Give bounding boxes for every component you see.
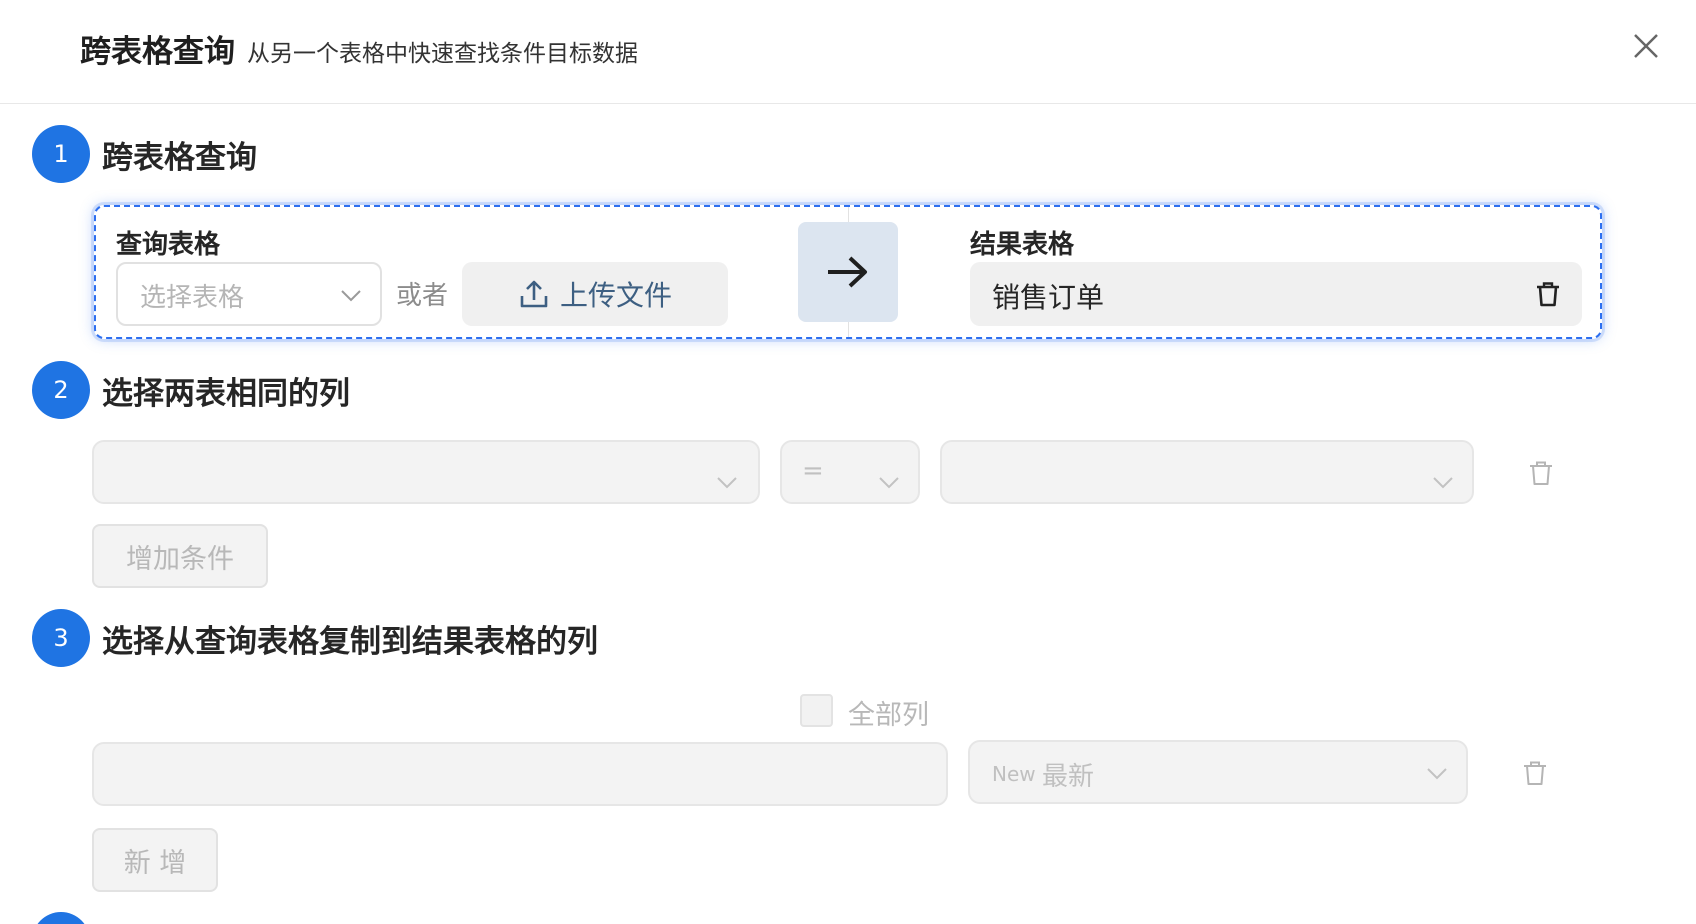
result-table-value: 销售订单 bbox=[992, 281, 1105, 314]
trash-icon[interactable] bbox=[1521, 759, 1549, 787]
step-4-badge bbox=[32, 912, 90, 924]
result-column-select[interactable] bbox=[940, 440, 1474, 504]
chevron-down-icon bbox=[1427, 768, 1447, 780]
dialog-title: 跨表格查询 bbox=[80, 34, 235, 70]
result-table-field: 销售订单 bbox=[970, 262, 1582, 326]
result-table-label: 结果表格 bbox=[970, 230, 1075, 260]
query-table-label: 查询表格 bbox=[116, 230, 221, 260]
chevron-down-icon bbox=[879, 477, 899, 489]
step-3-badge: 3 bbox=[32, 609, 90, 667]
mode-value: 最新 bbox=[1042, 762, 1095, 792]
query-table-select[interactable]: 选择表格 bbox=[116, 262, 382, 326]
dialog-subtitle: 从另一个表格中快速查找条件目标数据 bbox=[247, 41, 638, 67]
step-3-title: 选择从查询表格复制到结果表格的列 bbox=[102, 624, 598, 660]
dialog-header: 跨表格查询 从另一个表格中快速查找条件目标数据 bbox=[0, 0, 1696, 104]
upload-icon bbox=[520, 280, 548, 308]
or-text: 或者 bbox=[396, 281, 449, 311]
query-config-box: 查询表格 选择表格 或者 上传文件 结果表格 销售订单 bbox=[94, 205, 1602, 339]
trash-icon[interactable] bbox=[1527, 459, 1555, 487]
upload-file-button[interactable]: 上传文件 bbox=[462, 262, 728, 326]
operator-select[interactable]: = bbox=[780, 440, 920, 504]
arrow-right-button[interactable] bbox=[798, 222, 898, 322]
query-table-placeholder: 选择表格 bbox=[140, 283, 245, 313]
query-column-select[interactable] bbox=[92, 440, 760, 504]
step-2-badge: 2 bbox=[32, 361, 90, 419]
arrow-right-icon bbox=[828, 256, 867, 288]
chevron-down-icon bbox=[341, 290, 361, 302]
mode-badge: New bbox=[992, 762, 1036, 786]
copy-mode-select[interactable]: New 最新 bbox=[968, 740, 1468, 804]
operator-value: = bbox=[802, 456, 824, 486]
all-columns-checkbox[interactable] bbox=[800, 694, 833, 727]
step-1-badge: 1 bbox=[32, 125, 90, 183]
close-icon bbox=[1634, 34, 1658, 58]
step-1-title: 跨表格查询 bbox=[102, 140, 257, 176]
step-2-title: 选择两表相同的列 bbox=[102, 376, 350, 412]
add-condition-button[interactable]: 增加条件 bbox=[92, 524, 268, 588]
chevron-down-icon bbox=[717, 477, 737, 489]
chevron-down-icon bbox=[1433, 477, 1453, 489]
trash-icon[interactable] bbox=[1534, 280, 1562, 308]
all-columns-label: 全部列 bbox=[848, 700, 929, 731]
upload-file-label: 上传文件 bbox=[560, 279, 673, 312]
close-button[interactable] bbox=[1628, 28, 1664, 64]
add-column-button[interactable]: 新 增 bbox=[92, 828, 218, 892]
copy-column-input[interactable] bbox=[92, 742, 948, 806]
